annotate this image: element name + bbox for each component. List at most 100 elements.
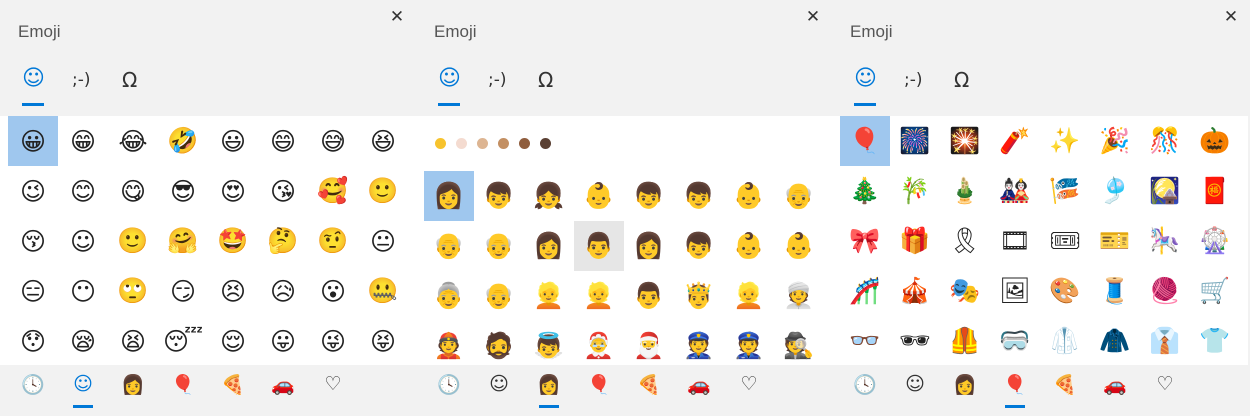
emoji-cell[interactable]: 🧶 (1140, 266, 1190, 316)
emoji-cell[interactable]: 👳 (774, 271, 824, 321)
emoji-cell[interactable]: 🎡 (1190, 216, 1240, 266)
emoji-cell[interactable]: 🙄 (108, 266, 158, 316)
emoji-cell[interactable]: 🤐 (358, 266, 408, 316)
emoji-cell[interactable]: 🧧 (1190, 166, 1240, 216)
balloon-icon[interactable]: 🎈 (574, 373, 624, 396)
emoji-cell[interactable]: 😅 (308, 116, 358, 166)
skin-tone-2[interactable] (477, 138, 488, 149)
emoji-cell[interactable]: 👼 (524, 321, 574, 371)
person-icon[interactable]: 👩 (940, 373, 990, 396)
emoji-cell[interactable]: 😋 (108, 166, 158, 216)
balloon-icon[interactable]: 🎈 (158, 373, 208, 396)
emoji-cell[interactable]: 🎍 (940, 166, 990, 216)
emoji-cell[interactable]: 🙂 (108, 216, 158, 266)
tab-symbols[interactable]: Ω (122, 68, 137, 92)
emoji-cell[interactable]: 👱 (574, 271, 624, 321)
emoji-cell[interactable]: 🎎 (990, 166, 1040, 216)
emoji-cell[interactable]: 😍 (208, 166, 258, 216)
emoji-cell[interactable]: 🎠 (1140, 216, 1190, 266)
emoji-cell[interactable]: ✨ (1040, 116, 1090, 166)
emoji-cell[interactable]: 🎈 (840, 116, 890, 166)
emoji-cell[interactable]: 😉 (8, 166, 58, 216)
skin-tone-5[interactable] (540, 138, 551, 149)
emoji-cell[interactable]: 😝 (358, 316, 408, 366)
emoji-cell[interactable]: 🧵 (1090, 266, 1140, 316)
emoji-cell[interactable]: 👴 (474, 221, 524, 271)
emoji-cell[interactable]: 😊 (58, 166, 108, 216)
emoji-cell[interactable]: 👱 (724, 271, 774, 321)
emoji-cell[interactable]: 👩 (524, 221, 574, 271)
heart-icon[interactable]: ♡ (1140, 373, 1190, 395)
emoji-cell[interactable]: 👦 (624, 171, 674, 221)
emoji-cell[interactable]: 🥼 (1040, 316, 1090, 366)
emoji-cell[interactable]: 😚 (8, 216, 58, 266)
emoji-cell[interactable]: 👴 (424, 221, 474, 271)
emoji-cell[interactable]: 🕵 (774, 321, 824, 371)
tab-emoji[interactable]: ☺ (854, 66, 877, 91)
close-icon[interactable]: ✕ (384, 5, 410, 29)
emoji-cell[interactable]: 👶 (724, 171, 774, 221)
emoji-cell[interactable]: 🎐 (1090, 166, 1140, 216)
emoji-cell[interactable]: 🕶 (890, 316, 940, 366)
emoji-cell[interactable]: 👦 (674, 171, 724, 221)
emoji-cell[interactable]: 👶 (574, 171, 624, 221)
emoji-cell[interactable]: 🎇 (940, 116, 990, 166)
emoji-cell[interactable]: 🎁 (890, 216, 940, 266)
emoji-cell[interactable]: 😜 (308, 316, 358, 366)
emoji-cell[interactable]: 🤩 (208, 216, 258, 266)
emoji-cell[interactable]: 👓 (840, 316, 890, 366)
skin-tone-1[interactable] (456, 138, 467, 149)
emoji-cell[interactable]: 👨 (574, 221, 624, 271)
emoji-cell[interactable]: 🎢 (840, 266, 890, 316)
emoji-cell[interactable]: 🛒 (1190, 266, 1240, 316)
emoji-cell[interactable]: 😣 (208, 266, 258, 316)
emoji-cell[interactable]: 👶 (774, 221, 824, 271)
emoji-cell[interactable]: 🎞 (990, 216, 1040, 266)
emoji-cell[interactable]: 🎋 (890, 166, 940, 216)
smiley-icon[interactable]: ☺ (58, 373, 108, 395)
emoji-cell[interactable]: 🎄 (840, 166, 890, 216)
emoji-cell[interactable]: 👕 (1190, 316, 1240, 366)
emoji-cell[interactable]: 🎨 (1040, 266, 1090, 316)
tab-kaomoji[interactable]: ;-) (488, 70, 507, 90)
emoji-cell[interactable]: 🎑 (1140, 166, 1190, 216)
emoji-cell[interactable]: 👦 (474, 171, 524, 221)
emoji-cell[interactable]: 😎 (158, 166, 208, 216)
emoji-cell[interactable]: 🧥 (1090, 316, 1140, 366)
emoji-cell[interactable]: 👴 (774, 171, 824, 221)
emoji-cell[interactable]: 😏 (158, 266, 208, 316)
recent-icon[interactable]: 🕓 (424, 373, 474, 396)
person-icon[interactable]: 👩 (108, 373, 158, 396)
emoji-cell[interactable]: ☺ (58, 216, 108, 266)
emoji-cell[interactable]: 🥽 (990, 316, 1040, 366)
emoji-cell[interactable]: 👨 (624, 271, 674, 321)
emoji-cell[interactable]: 🎫 (1090, 216, 1140, 266)
emoji-cell[interactable]: 🧔 (474, 321, 524, 371)
close-icon[interactable]: ✕ (800, 5, 826, 29)
emoji-cell[interactable]: 🎃 (1190, 116, 1240, 166)
emoji-cell[interactable]: 😌 (208, 316, 258, 366)
tab-emoji[interactable]: ☺ (22, 66, 45, 91)
emoji-cell[interactable]: 👶 (724, 221, 774, 271)
skin-tone-4[interactable] (519, 138, 530, 149)
emoji-cell[interactable]: 😑 (8, 266, 58, 316)
car-icon[interactable]: 🚗 (258, 373, 308, 396)
recent-icon[interactable]: 🕓 (840, 373, 890, 396)
emoji-cell[interactable]: 🤣 (158, 116, 208, 166)
emoji-cell[interactable]: 😫 (108, 316, 158, 366)
emoji-cell[interactable]: 🙂 (358, 166, 408, 216)
emoji-cell[interactable]: 🎟 (1040, 216, 1090, 266)
emoji-cell[interactable]: 👵 (424, 271, 474, 321)
emoji-cell[interactable]: 😃 (208, 116, 258, 166)
heart-icon[interactable]: ♡ (724, 373, 774, 395)
emoji-cell[interactable]: 😯 (8, 316, 58, 366)
emoji-cell[interactable]: 👔 (1140, 316, 1190, 366)
emoji-cell[interactable]: 😥 (258, 266, 308, 316)
emoji-cell[interactable]: 🧨 (990, 116, 1040, 166)
emoji-cell[interactable]: 😆 (358, 116, 408, 166)
balloon-icon[interactable]: 🎈 (990, 373, 1040, 396)
emoji-cell[interactable]: 🤴 (674, 271, 724, 321)
emoji-cell[interactable]: 👩 (424, 171, 474, 221)
pizza-icon[interactable]: 🍕 (208, 373, 258, 396)
person-icon[interactable]: 👩 (524, 373, 574, 396)
